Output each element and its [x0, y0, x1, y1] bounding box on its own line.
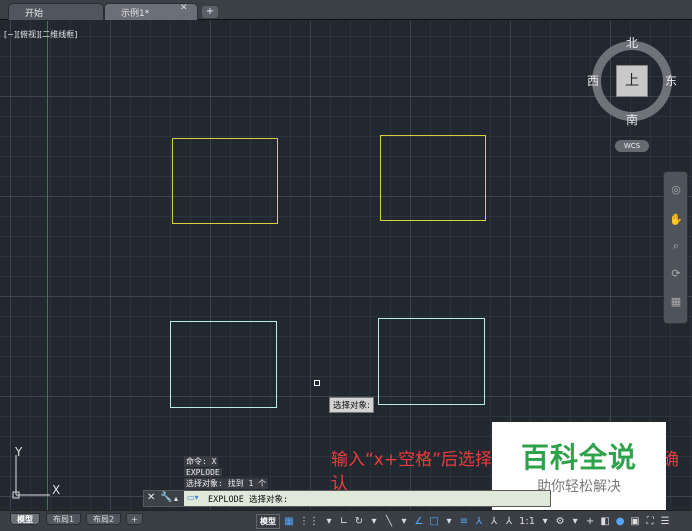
watermark-title: 百科全说 [520, 441, 637, 474]
add-layout-button[interactable]: + [126, 513, 143, 525]
wrench-icon[interactable]: 🔧 [160, 492, 172, 503]
ucs-x-label: X [52, 483, 61, 497]
model-space-toggle[interactable]: 模型 [256, 514, 280, 529]
compass-south[interactable]: 南 [626, 111, 638, 128]
annotation-scale-value[interactable]: 1:1 [518, 514, 536, 530]
object-snap-icon[interactable]: □ [428, 514, 440, 530]
navigation-bar: ◎ ✋ ⌕ ⟳ ▦ [663, 171, 688, 324]
object-snap-tracking-icon[interactable]: ∠ [413, 514, 425, 530]
annotation-scale-icon[interactable]: ⅄ [503, 514, 515, 530]
pan-icon[interactable]: ✋ [668, 212, 684, 228]
y-axis-line [47, 21, 48, 510]
chevron-up-icon[interactable]: ▴ [174, 494, 178, 503]
fullscreen-icon[interactable]: ⛶ [644, 514, 656, 530]
history-line: 选择对象: 找到 1 个 [184, 478, 269, 489]
zoom-icon[interactable]: ⌕ [668, 238, 684, 254]
cursor-tooltip: 选择对象: [329, 397, 374, 413]
chevron-down-icon[interactable]: ▾ [539, 514, 551, 530]
clean-screen-icon[interactable]: ▣ [629, 514, 641, 530]
polar-icon[interactable]: ↻ [353, 514, 365, 530]
snap-icon[interactable]: ⋮⋮ [298, 514, 320, 530]
chevron-down-icon[interactable]: ▾ [443, 514, 455, 530]
compass-west[interactable]: 西 [587, 72, 599, 89]
drawing-canvas[interactable]: [−][俯视][二维线框] 选择对象: 上 北 南 东 西 WCS ◎ ✋ ⌕ … [0, 21, 692, 510]
close-icon[interactable]: ✕ [147, 492, 155, 503]
pickbox-cursor [314, 380, 320, 386]
chevron-down-icon[interactable]: ▾ [368, 514, 380, 530]
viewport-controls-label[interactable]: [−][俯视][二维线框] [4, 29, 77, 40]
yellow-rectangle[interactable] [380, 135, 486, 221]
viewcube-top-face[interactable]: 上 [616, 65, 648, 97]
command-recent-icon[interactable]: ▭▾ [187, 493, 199, 502]
lineweight-icon[interactable]: ≡ [458, 514, 470, 530]
close-icon[interactable]: ✕ [180, 3, 188, 13]
ucs-y-label: Y [15, 445, 23, 459]
tab-start-label: 开始 [25, 9, 44, 19]
history-line: EXPLODE [184, 468, 222, 477]
annotation-visibility-icon[interactable]: ⅄ [473, 514, 485, 530]
menu-icon[interactable]: ☰ [659, 514, 671, 530]
status-bar: 模型 布局1 布局2 + 模型 ▦ ⋮⋮ ▾ ∟ ↻ ▾ ╲ ▾ ∠ □ ▾ ≡… [0, 510, 692, 531]
yellow-rectangle[interactable] [172, 138, 278, 224]
steering-wheel-icon[interactable]: ◎ [668, 182, 684, 198]
compass-north[interactable]: 北 [626, 34, 638, 51]
gear-icon[interactable]: ⚙ [554, 514, 566, 530]
document-tab-bar: 开始 示例1* ✕ + [0, 0, 692, 20]
new-tab-button[interactable]: + [202, 6, 218, 18]
showmotion-icon[interactable]: ▦ [668, 294, 684, 310]
tab-drawing-label: 示例1* [121, 9, 150, 19]
status-toggles: 模型 ▦ ⋮⋮ ▾ ∟ ↻ ▾ ╲ ▾ ∠ □ ▾ ≡ ⅄ ⅄ ⅄ 1:1 ▾ … [256, 513, 671, 530]
ortho-icon[interactable]: ∟ [338, 514, 350, 530]
wcs-menu[interactable]: WCS [615, 140, 649, 152]
chevron-down-icon[interactable]: ▾ [569, 514, 581, 530]
hardware-acceleration-icon[interactable]: ● [614, 514, 626, 530]
selected-rectangle[interactable] [378, 318, 485, 405]
isolate-objects-icon[interactable]: ◧ [599, 514, 611, 530]
isodraft-icon[interactable]: ╲ [383, 514, 395, 530]
history-line: 命令: X [184, 456, 219, 467]
layout-tab-1[interactable]: 布局1 [46, 513, 82, 525]
plus-icon[interactable]: + [584, 514, 596, 530]
chevron-down-icon[interactable]: ▾ [323, 514, 335, 530]
orbit-icon[interactable]: ⟳ [668, 266, 684, 282]
tab-start[interactable]: 开始 [8, 3, 104, 20]
command-history: 命令: X EXPLODE 选择对象: 找到 1 个 [184, 456, 269, 490]
command-line-controls: ✕ 🔧 ▴ [144, 491, 184, 506]
auto-scale-icon[interactable]: ⅄ [488, 514, 500, 530]
command-input[interactable]: EXPLODE 选择对象: [208, 493, 288, 505]
command-line[interactable]: ✕ 🔧 ▴ ▭▾ EXPLODE 选择对象: [143, 490, 551, 507]
layout-tab-2[interactable]: 布局2 [86, 513, 122, 525]
layout-tab-model[interactable]: 模型 [10, 513, 40, 525]
grid-icon[interactable]: ▦ [283, 514, 295, 530]
chevron-down-icon[interactable]: ▾ [398, 514, 410, 530]
selected-rectangle[interactable] [170, 321, 277, 408]
compass-east[interactable]: 东 [665, 72, 677, 89]
